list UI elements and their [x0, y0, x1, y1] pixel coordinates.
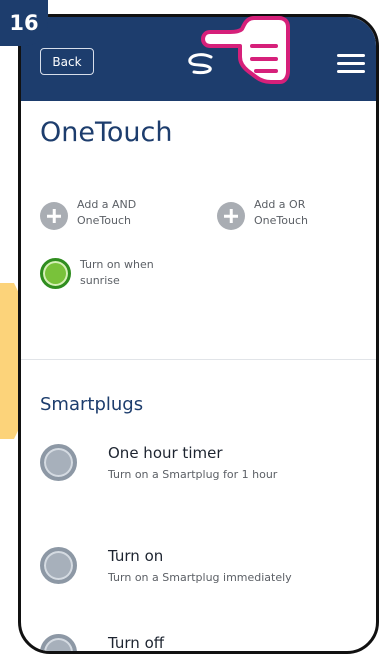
- hamburger-menu-icon[interactable]: [337, 54, 365, 74]
- back-button[interactable]: Back: [40, 48, 94, 75]
- plus-icon: [217, 202, 245, 230]
- smartplug-option-turn-on[interactable]: Turn on Turn on a Smartplug immediately: [40, 547, 292, 586]
- smartplugs-section-title: Smartplugs: [40, 394, 144, 415]
- option-radio-icon: [40, 547, 77, 584]
- add-and-onetouch-button[interactable]: Add a AND OneTouch: [40, 197, 157, 230]
- option-name: Turn on: [108, 547, 164, 565]
- option-description: Turn on a Smartplug immediately: [108, 571, 292, 584]
- app-header: Back: [21, 17, 376, 101]
- trigger-sunrise-item[interactable]: Turn on when sunrise: [40, 257, 190, 289]
- option-description: Turn on a Smartplug for 1 hour: [108, 468, 278, 481]
- add-or-onetouch-button[interactable]: Add a OR OneTouch: [217, 197, 334, 230]
- option-radio-icon: [40, 444, 77, 481]
- smartplug-option-one-hour-timer[interactable]: One hour timer Turn on a Smartplug for 1…: [40, 444, 277, 483]
- option-name: Turn off: [108, 634, 165, 652]
- pointing-hand-icon: [201, 16, 290, 84]
- section-divider: [21, 359, 376, 360]
- page-title: OneTouch: [40, 117, 173, 148]
- trigger-sunrise-label: Turn on when sunrise: [80, 258, 154, 287]
- smartplug-option-turn-off[interactable]: Turn off: [40, 634, 165, 652]
- add-or-onetouch-label: Add a OR OneTouch: [254, 198, 308, 227]
- step-number-badge: 16: [0, 0, 48, 46]
- plus-icon: [40, 202, 68, 230]
- option-radio-icon: [40, 634, 77, 651]
- active-status-dot-icon: [40, 258, 71, 289]
- option-name: One hour timer: [108, 444, 223, 462]
- add-and-onetouch-label: Add a AND OneTouch: [77, 198, 137, 227]
- phone-screen: Back OneTouch Add a AND OneTouch Add a O…: [18, 14, 379, 654]
